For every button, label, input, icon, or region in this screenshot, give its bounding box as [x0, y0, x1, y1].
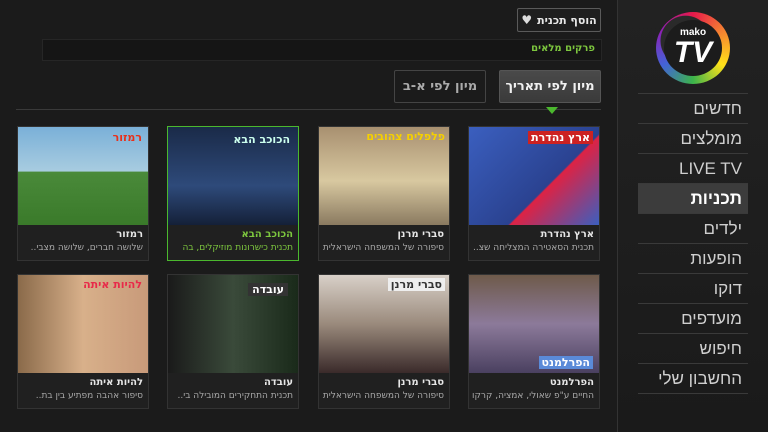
nav-item-live-tv[interactable]: LIVE TV: [638, 153, 748, 183]
show-card[interactable]: פלפלים צהובים סברי מרנן סיפורה של המשפחה…: [318, 126, 450, 261]
show-subtitle: החיים ע"פ שאולי, אמציה, קרקו: [472, 391, 594, 401]
show-thumbnail: רמזור: [18, 127, 148, 225]
show-card[interactable]: עובדה עובדה תכנית התחקירים המובילה בי..: [167, 274, 299, 409]
sort-by-abc-button[interactable]: מיון לפי א-ב: [394, 70, 486, 103]
nav-item-docu[interactable]: דוקו: [638, 273, 748, 303]
show-title: סברי מרנן: [397, 229, 444, 240]
show-thumbnail: להיות איתה: [18, 275, 148, 373]
nav-item-recommended[interactable]: מומלצים: [638, 123, 748, 153]
thumb-title: להיות איתה: [83, 278, 142, 291]
show-subtitle: סיפורה של המשפחה הישראלית: [322, 391, 444, 401]
logo-tv-text: TV: [673, 36, 713, 69]
show-subtitle: תכנית התחקירים המובילה בי..: [177, 391, 293, 401]
mako-tv-logo[interactable]: mako TV: [656, 12, 730, 84]
show-thumbnail: הכוכב הבא: [168, 127, 298, 225]
show-subtitle: סיפור אהבה מפתיע בין בת..: [35, 391, 143, 401]
nav-item-kids[interactable]: ילדים: [638, 213, 748, 243]
thumb-title: רמזור: [112, 131, 142, 144]
sidebar: mako TV חדשים מומלצים LIVE TV תכניות ילד…: [617, 0, 768, 432]
thumb-title: הפרלמנט: [538, 356, 593, 369]
show-card[interactable]: ארץ נהדרת ארץ נהדרת תכנית הסאטירה המצליח…: [468, 126, 600, 261]
show-card[interactable]: להיות איתה להיות איתה סיפור אהבה מפתיע ב…: [17, 274, 149, 409]
show-thumbnail: הפרלמנט: [469, 275, 599, 373]
active-sort-indicator-icon: [546, 107, 558, 114]
nav-item-concerts[interactable]: הופעות: [638, 243, 748, 273]
show-subtitle: תכנית כישרונות מוזיקלים, בה: [182, 243, 293, 253]
nav-item-new[interactable]: חדשים: [638, 93, 748, 123]
logo-inner: mako TV: [664, 20, 722, 76]
main-nav: חדשים מומלצים LIVE TV תכניות ילדים הופעו…: [638, 93, 748, 394]
show-card[interactable]: רמזור רמזור שלושה חברים, שלושה מצבי..: [17, 126, 149, 261]
show-thumbnail: סברי מרנן: [319, 275, 449, 373]
nav-item-search[interactable]: חיפוש: [638, 333, 748, 363]
thumb-title: ארץ נהדרת: [528, 131, 593, 144]
thumb-title: הכוכב הבא: [233, 133, 290, 146]
show-title: הפרלמנט: [549, 377, 594, 388]
thumb-title: פלפלים צהובים: [366, 130, 445, 143]
show-title: סברי מרנן: [397, 377, 444, 388]
thumb-title: סברי מרנן: [387, 278, 445, 291]
show-card[interactable]: סברי מרנן סברי מרנן סיפורה של המשפחה היש…: [318, 274, 450, 409]
show-title: ארץ נהדרת: [540, 229, 594, 240]
show-subtitle: סיפורה של המשפחה הישראלית: [322, 243, 444, 253]
show-subtitle: שלושה חברים, שלושה מצבי..: [30, 243, 143, 253]
show-card[interactable]: הפרלמנט הפרלמנט החיים ע"פ שאולי, אמציה, …: [468, 274, 600, 409]
heart-plus-icon: ♥: [521, 13, 533, 27]
show-subtitle: תכנית הסאטירה המצליחה שצ..: [473, 243, 594, 253]
show-thumbnail: ארץ נהדרת: [469, 127, 599, 225]
show-title: הכוכב הבא: [241, 229, 293, 240]
show-card-selected[interactable]: הכוכב הבא הכוכב הבא תכנית כישרונות מוזיק…: [167, 126, 299, 261]
nav-item-shows[interactable]: תכניות: [638, 183, 748, 213]
breadcrumb: פרקים מלאים: [42, 39, 602, 61]
show-title: רמזור: [116, 229, 143, 240]
breadcrumb-text: פרקים מלאים: [531, 43, 595, 54]
show-thumbnail: עובדה: [168, 275, 298, 373]
show-title: להיות איתה: [89, 377, 143, 388]
show-thumbnail: פלפלים צהובים: [319, 127, 449, 225]
nav-item-favorites[interactable]: מועדפים: [638, 303, 748, 333]
sort-by-date-button[interactable]: מיון לפי תאריך: [499, 70, 601, 103]
add-show-favorite-button[interactable]: הוסף תכנית ♥: [517, 8, 601, 32]
add-show-label: הוסף תכנית: [537, 13, 597, 27]
show-title: עובדה: [264, 377, 293, 388]
sort-divider: [16, 109, 601, 110]
nav-item-my-account[interactable]: החשבון שלי: [638, 363, 748, 394]
thumb-title: עובדה: [248, 283, 288, 296]
